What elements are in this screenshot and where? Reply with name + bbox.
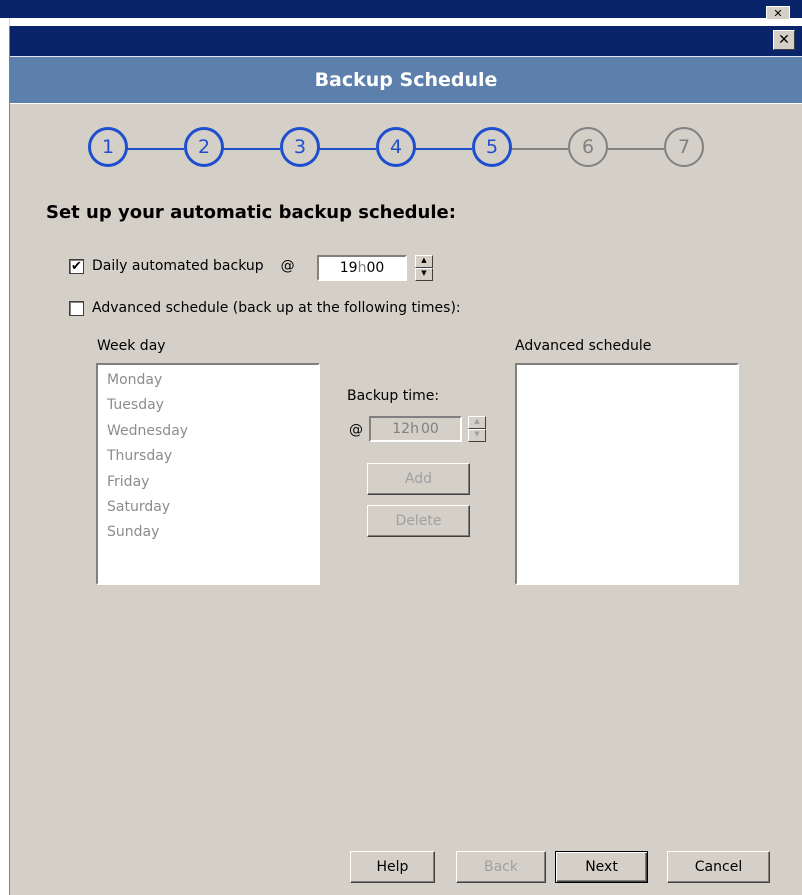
step-3: 3 bbox=[280, 127, 320, 167]
list-item[interactable]: Tuesday bbox=[98, 393, 318, 418]
background-window-titlebar: ✕ bbox=[0, 0, 802, 19]
daily-backup-checkbox[interactable]: ✔ bbox=[69, 258, 84, 274]
step-1: 1 bbox=[88, 127, 128, 167]
list-item[interactable]: Wednesday bbox=[98, 419, 318, 444]
daily-time-minutes[interactable]: 00 bbox=[366, 260, 384, 276]
step-connector bbox=[510, 148, 568, 150]
daily-time-hours[interactable]: 19 bbox=[340, 260, 358, 276]
back-button[interactable]: Back bbox=[456, 851, 546, 883]
backup-time-field[interactable]: 12 h 00 bbox=[369, 416, 462, 442]
week-day-label: Week day bbox=[97, 338, 166, 354]
spin-down-icon[interactable]: ▼ bbox=[468, 429, 486, 442]
daily-time-spinner: ▲ ▼ bbox=[415, 255, 433, 281]
daily-time-field[interactable]: 19 h 00 bbox=[317, 255, 407, 281]
step-2: 2 bbox=[184, 127, 224, 167]
page-heading: Set up your automatic backup schedule: bbox=[46, 202, 456, 223]
list-item[interactable]: Thursday bbox=[98, 444, 318, 469]
advanced-schedule-label[interactable]: Advanced schedule (back up at the follow… bbox=[92, 300, 461, 316]
step-connector bbox=[222, 148, 280, 150]
checkmark-icon: ✔ bbox=[71, 258, 82, 274]
spin-up-icon[interactable]: ▲ bbox=[468, 416, 486, 429]
close-icon[interactable]: ✕ bbox=[773, 30, 795, 50]
backup-time-separator: h bbox=[410, 421, 419, 437]
backup-schedule-dialog: ✕ Backup Schedule 1 2 3 4 5 6 7 Set up y… bbox=[9, 26, 802, 895]
list-item[interactable]: Saturday bbox=[98, 495, 318, 520]
add-button[interactable]: Add bbox=[367, 463, 470, 495]
list-item[interactable]: Sunday bbox=[98, 520, 318, 545]
step-connector bbox=[126, 148, 184, 150]
backup-time-minutes[interactable]: 00 bbox=[421, 421, 439, 437]
advanced-schedule-list-label: Advanced schedule bbox=[515, 338, 652, 354]
daily-backup-row: ✔ Daily automated backup @ bbox=[69, 258, 295, 274]
daily-time-separator: h bbox=[357, 260, 367, 276]
daily-at-label: @ bbox=[280, 258, 295, 274]
backup-time-hours[interactable]: 12 bbox=[392, 421, 410, 437]
backup-time-spinner: ▲ ▼ bbox=[468, 416, 486, 442]
step-5: 5 bbox=[472, 127, 512, 167]
step-connector bbox=[318, 148, 376, 150]
advanced-schedule-row: Advanced schedule (back up at the follow… bbox=[69, 300, 461, 316]
cancel-button[interactable]: Cancel bbox=[667, 851, 770, 883]
next-button[interactable]: Next bbox=[555, 851, 648, 883]
background-close-icon[interactable]: ✕ bbox=[766, 6, 790, 19]
dialog-header: Backup Schedule bbox=[10, 56, 802, 104]
spin-down-icon[interactable]: ▼ bbox=[415, 268, 433, 281]
delete-button[interactable]: Delete bbox=[367, 505, 470, 537]
advanced-schedule-checkbox[interactable] bbox=[69, 300, 84, 316]
step-connector bbox=[606, 148, 664, 150]
list-item[interactable]: Monday bbox=[98, 368, 318, 393]
step-connector bbox=[414, 148, 472, 150]
advanced-schedule-list[interactable] bbox=[515, 363, 739, 585]
week-day-list[interactable]: Monday Tuesday Wednesday Thursday Friday… bbox=[96, 363, 320, 585]
backup-time-label: Backup time: bbox=[347, 388, 440, 404]
dialog-titlebar: ✕ bbox=[10, 26, 802, 56]
backup-time-at-label: @ bbox=[349, 422, 363, 438]
spin-up-icon[interactable]: ▲ bbox=[415, 255, 433, 268]
step-4: 4 bbox=[376, 127, 416, 167]
dialog-title: Backup Schedule bbox=[314, 69, 498, 91]
step-7: 7 bbox=[664, 127, 704, 167]
wizard-stepper: 1 2 3 4 5 6 7 bbox=[88, 127, 728, 171]
help-button[interactable]: Help bbox=[350, 851, 435, 883]
daily-backup-label[interactable]: Daily automated backup bbox=[92, 258, 264, 274]
step-6: 6 bbox=[568, 127, 608, 167]
list-item[interactable]: Friday bbox=[98, 470, 318, 495]
